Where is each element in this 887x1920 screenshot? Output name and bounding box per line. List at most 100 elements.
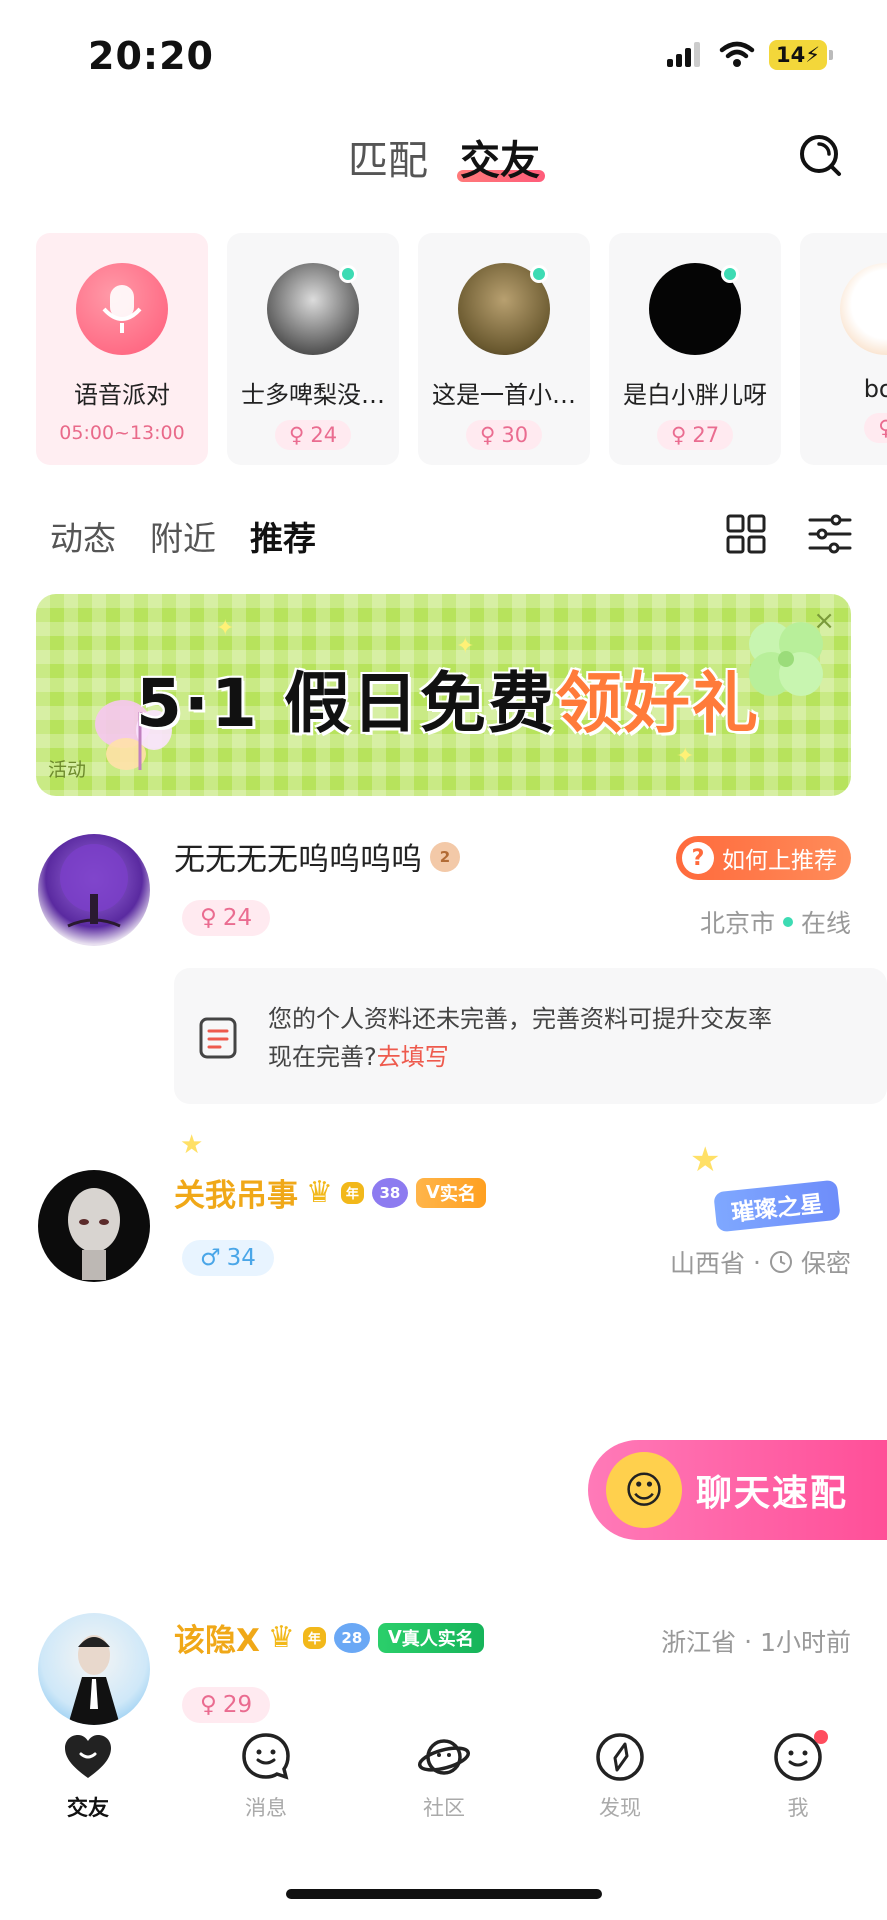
heart-icon bbox=[65, 1735, 111, 1778]
profile-tip-line2: 现在完善?去填写 bbox=[268, 1038, 772, 1076]
sparkle-icon: ✦ bbox=[216, 616, 235, 641]
notification-dot bbox=[814, 1730, 828, 1744]
sparkle-icon: ✦ bbox=[676, 744, 695, 769]
wifi-icon bbox=[719, 41, 755, 67]
online-indicator bbox=[339, 265, 357, 283]
female-icon: ♀ bbox=[288, 423, 305, 447]
clock-icon bbox=[769, 1251, 792, 1273]
document-icon bbox=[199, 1017, 237, 1059]
profile-tip-prompt: 现在完善? bbox=[268, 1043, 377, 1071]
online-indicator bbox=[782, 917, 793, 927]
story-name: 这是一首小… bbox=[432, 381, 576, 409]
level-badge: 2 bbox=[430, 841, 460, 872]
microphone-icon bbox=[76, 263, 168, 355]
story-user[interactable]: boo ♀ bbox=[800, 233, 887, 465]
story-user[interactable]: 这是一首小… ♀ 30 bbox=[418, 233, 590, 465]
online-indicator bbox=[530, 265, 548, 283]
avatar[interactable] bbox=[38, 834, 150, 946]
female-icon: ♀ bbox=[200, 905, 217, 931]
post-location: 北京市 在线 bbox=[700, 904, 851, 940]
question-icon: ? bbox=[682, 842, 714, 874]
annual-badge: 年 bbox=[340, 1181, 364, 1204]
crown-icon: ♛ bbox=[306, 1175, 333, 1210]
nav-community[interactable]: 社区 bbox=[384, 1730, 504, 1822]
story-voice-party[interactable]: 语音派对 05:00~13:00 bbox=[36, 233, 208, 465]
nav-messages-label: 消息 bbox=[245, 1796, 287, 1820]
age-value: 34 bbox=[226, 1245, 256, 1271]
nav-me[interactable]: 我 bbox=[738, 1730, 858, 1822]
chat-match-button[interactable]: ☺ 聊天速配 bbox=[588, 1440, 887, 1540]
tab-nearby[interactable]: 附近 bbox=[150, 512, 216, 560]
banner-title-highlight: 领好礼 bbox=[555, 665, 760, 742]
avatar bbox=[458, 263, 550, 355]
age-pill: ♀ 24 bbox=[182, 900, 271, 936]
nav-friends[interactable]: 交友 bbox=[28, 1730, 148, 1822]
compass-icon bbox=[596, 1733, 644, 1781]
close-icon[interactable]: × bbox=[813, 606, 835, 636]
story-name: 是白小胖儿呀 bbox=[623, 381, 767, 409]
tab-match[interactable]: 匹配 bbox=[348, 128, 428, 186]
female-icon: ♀ bbox=[670, 423, 687, 447]
annual-badge: 年 bbox=[302, 1626, 326, 1649]
promo-banner[interactable]: ✦ ✦ ✦ 5·1 假日免费领好礼 活动 × bbox=[36, 594, 851, 796]
signal-icon bbox=[667, 42, 700, 67]
filter-icon[interactable] bbox=[808, 514, 852, 554]
nav-discover-label: 发现 bbox=[599, 1796, 641, 1820]
tab-match-label: 匹配 bbox=[348, 138, 428, 184]
level-badge: 28 bbox=[333, 1622, 370, 1653]
avatar[interactable] bbox=[38, 1613, 150, 1725]
female-icon: ♀ bbox=[200, 1692, 217, 1718]
banner-title-main: 5·1 假日免费 bbox=[136, 665, 556, 742]
avatar bbox=[840, 263, 887, 355]
nav-discover[interactable]: 发现 bbox=[560, 1730, 680, 1822]
age-value: 27 bbox=[692, 423, 720, 447]
chat-match-label: 聊天速配 bbox=[696, 1473, 849, 1514]
banner-tag: 活动 bbox=[48, 759, 87, 781]
status-icons: 14 ⚡ bbox=[665, 40, 833, 70]
banner-title: 5·1 假日免费领好礼 bbox=[136, 650, 760, 746]
nav-friends-label: 交友 bbox=[67, 1796, 109, 1820]
stories-carousel[interactable]: 语音派对 05:00~13:00 士多啤梨没… ♀ 24 这是一首小… ♀ 30 是… bbox=[0, 233, 887, 465]
story-user[interactable]: 是白小胖儿呀 ♀ 27 bbox=[609, 233, 781, 465]
top-tabs: 匹配 交友 bbox=[0, 128, 887, 198]
story-user[interactable]: 士多啤梨没… ♀ 24 bbox=[227, 233, 399, 465]
home-indicator[interactable] bbox=[286, 1889, 602, 1899]
post-username: 无无无无呜呜呜呜 2 bbox=[174, 834, 460, 879]
how-to-recommend-label: 如何上推荐 bbox=[722, 848, 837, 874]
status-bar: 20:20 14 ⚡ bbox=[0, 0, 887, 110]
verified-badge: V 实名 bbox=[415, 1177, 486, 1208]
tab-friends-label: 交友 bbox=[460, 138, 540, 184]
grid-view-icon[interactable] bbox=[726, 514, 766, 554]
age-value: 30 bbox=[501, 423, 529, 447]
verified-label: 实名 bbox=[439, 1183, 476, 1205]
age-pill: ♀ 24 bbox=[274, 420, 352, 450]
status-time: 20:20 bbox=[88, 34, 214, 78]
online-indicator bbox=[721, 265, 739, 283]
male-icon: ♂ bbox=[200, 1245, 221, 1271]
post-username: 该隐X ♛ 年 28 V 真人实名 bbox=[174, 1615, 484, 1660]
avatar[interactable] bbox=[38, 1170, 150, 1282]
profile-completion-tip[interactable]: 您的个人资料还未完善，完善资料可提升交友率 现在完善?去填写 bbox=[174, 968, 887, 1104]
how-to-recommend-button[interactable]: ? 如何上推荐 bbox=[676, 836, 851, 880]
post-location: 浙江省 · 1小时前 bbox=[661, 1623, 851, 1659]
age-value: 24 bbox=[222, 905, 253, 931]
username-text: 关我吊事 bbox=[174, 1178, 298, 1214]
tab-friends[interactable]: 交友 bbox=[460, 128, 540, 186]
nav-messages[interactable]: 消息 bbox=[206, 1730, 326, 1822]
fill-profile-link[interactable]: 去填写 bbox=[377, 1043, 449, 1071]
smile-icon: ☺ bbox=[606, 1452, 682, 1528]
avatar bbox=[267, 263, 359, 355]
profile-tip-line1: 您的个人资料还未完善，完善资料可提升交友率 bbox=[268, 1005, 772, 1033]
star-badge: 璀璨之星 bbox=[713, 1179, 841, 1233]
search-icon[interactable] bbox=[795, 130, 845, 180]
verified-label: 真人实名 bbox=[401, 1628, 474, 1650]
age-pill: ♂ 34 bbox=[182, 1240, 274, 1276]
feed-tabs: 动态 附近 推荐 bbox=[50, 512, 316, 560]
female-icon: ♀ bbox=[878, 416, 887, 440]
avatar bbox=[649, 263, 741, 355]
tab-recommended[interactable]: 推荐 bbox=[250, 512, 316, 560]
tab-moments[interactable]: 动态 bbox=[50, 512, 116, 560]
age-pill: ♀ 29 bbox=[182, 1687, 271, 1723]
story-name: 士多啤梨没… bbox=[241, 381, 385, 409]
status-text: 保密 bbox=[800, 1249, 851, 1278]
